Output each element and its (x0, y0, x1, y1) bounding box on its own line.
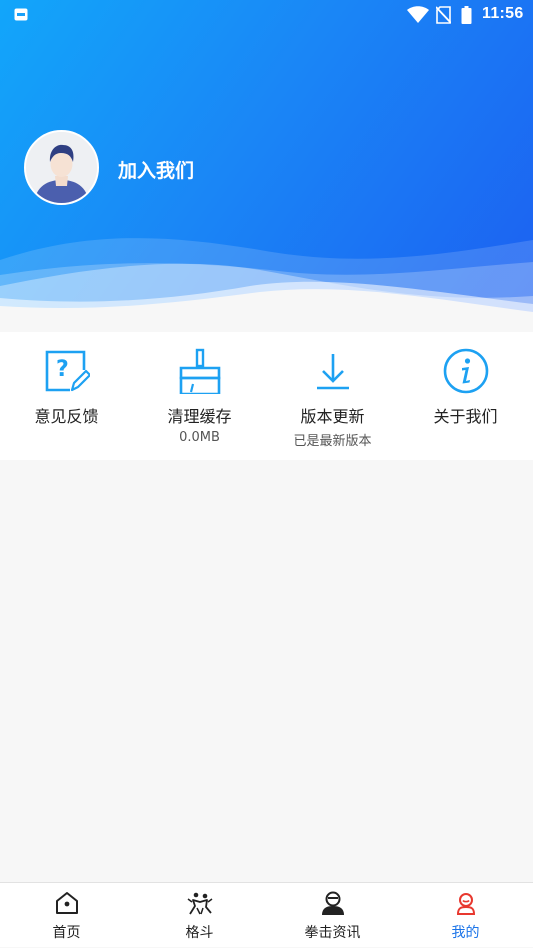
boxer-icon (322, 891, 344, 915)
broom-icon (179, 348, 221, 394)
tab-label: 我的 (451, 925, 480, 941)
tab-home[interactable]: 首页 (0, 883, 133, 948)
menu-item-about-us[interactable]: 关于我们 (399, 332, 532, 460)
cache-size-value: 0.0MB (179, 430, 220, 445)
settings-menu: ? 意见反馈 清理缓存 0.0MB 版本更新 已是最新版本 关于我们 (0, 332, 533, 460)
join-us-label[interactable]: 加入我们 (118, 156, 194, 183)
status-time: 11:56 (482, 5, 524, 22)
wifi-icon (407, 6, 429, 23)
profile-header: 11:56 加入我们 (0, 0, 533, 332)
profile-icon (456, 893, 476, 915)
menu-item-label: 意见反馈 (34, 407, 99, 426)
download-icon (317, 354, 349, 390)
svg-text:?: ? (56, 357, 69, 382)
fight-icon (187, 892, 213, 915)
version-status: 已是最新版本 (293, 434, 372, 449)
user-avatar-icon (26, 132, 97, 203)
bottom-navigation: 首页 格斗 拳击资讯 我的 (0, 882, 533, 947)
tab-label: 拳击资讯 (304, 925, 361, 941)
app-notification-icon (14, 8, 28, 21)
tab-label: 格斗 (185, 925, 214, 941)
tab-fight[interactable]: 格斗 (133, 883, 266, 948)
menu-item-version-update[interactable]: 版本更新 已是最新版本 (266, 332, 399, 460)
status-bar: 11:56 (0, 0, 533, 30)
info-icon (443, 348, 489, 394)
menu-item-label: 版本更新 (300, 407, 365, 426)
tab-boxing-news[interactable]: 拳击资讯 (266, 883, 399, 948)
battery-icon (461, 6, 472, 24)
menu-item-feedback[interactable]: ? 意见反馈 (0, 332, 133, 460)
home-icon (56, 892, 78, 914)
menu-item-label: 关于我们 (433, 407, 498, 426)
no-sim-icon (436, 6, 451, 24)
tab-label: 首页 (52, 925, 81, 941)
menu-item-clear-cache[interactable]: 清理缓存 0.0MB (133, 332, 266, 460)
menu-item-label: 清理缓存 (167, 407, 232, 426)
wave-decoration (0, 238, 533, 332)
avatar[interactable] (24, 130, 99, 205)
feedback-icon: ? (45, 350, 90, 392)
tab-mine[interactable]: 我的 (399, 883, 532, 948)
